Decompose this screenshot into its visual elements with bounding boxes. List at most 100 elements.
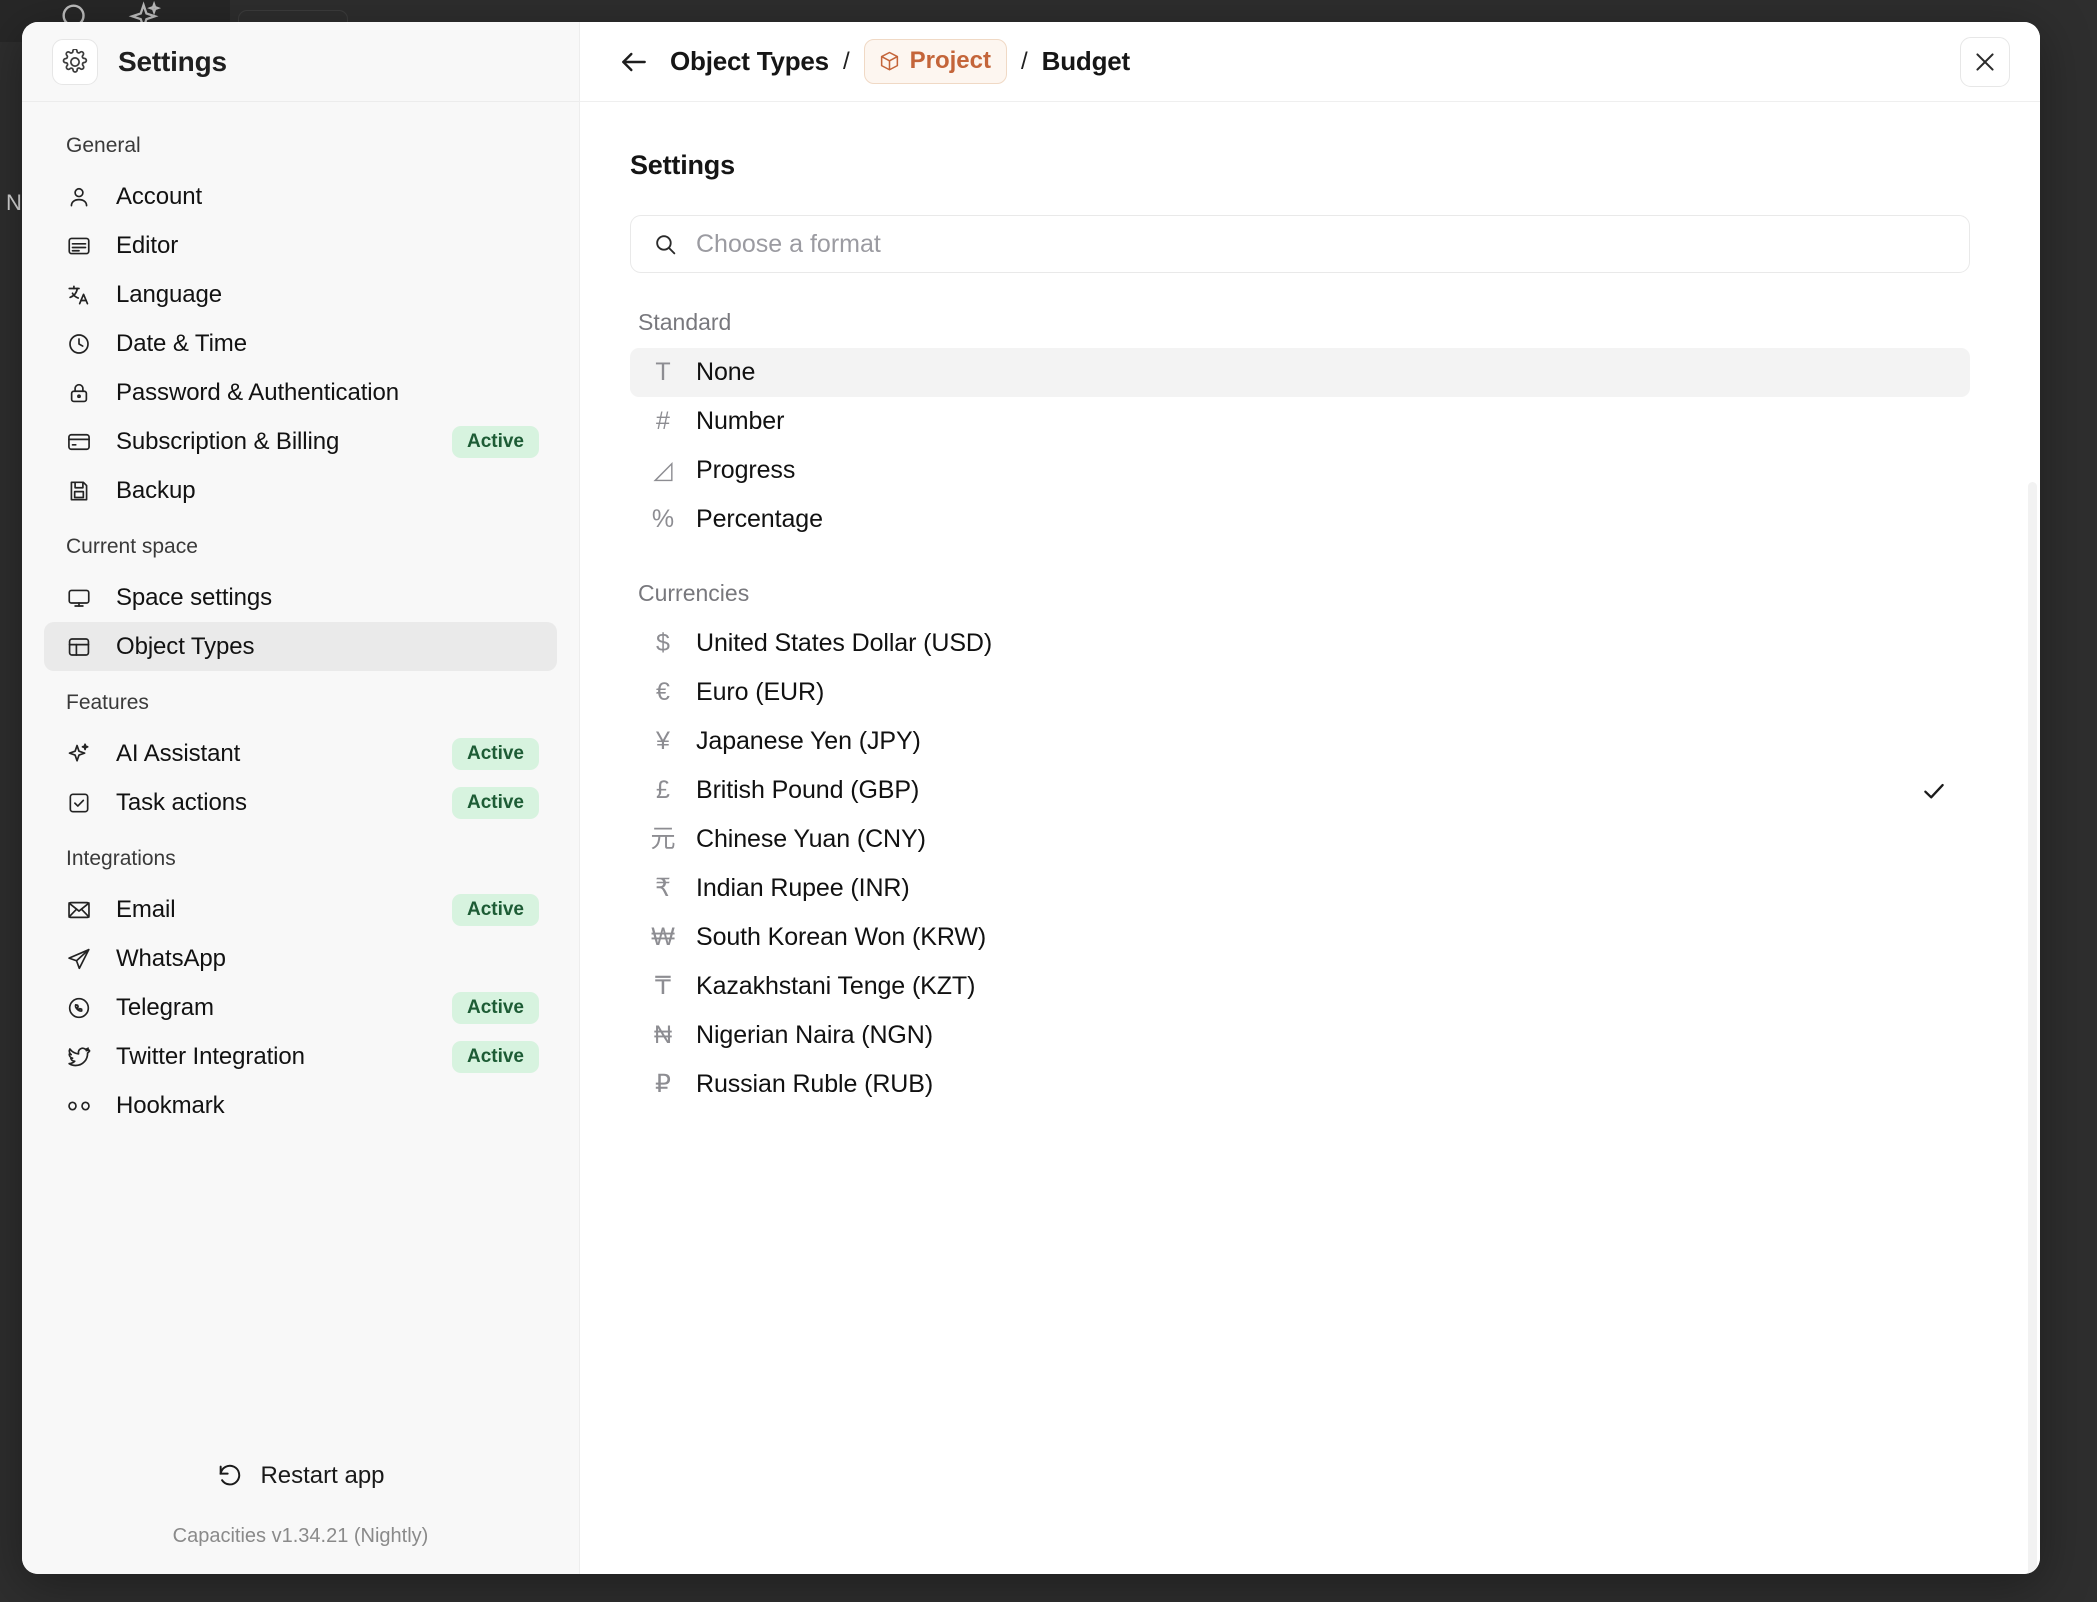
twitter-bird-icon xyxy=(66,1044,92,1070)
format-option-russian-ruble-rub[interactable]: ₽ Russian Ruble (RUB) xyxy=(630,1060,1970,1109)
sidebar-item-label: Password & Authentication xyxy=(116,378,400,406)
format-option-label: Kazakhstani Tenge (KZT) xyxy=(696,972,976,1000)
format-option-united-states-dollar-usd[interactable]: $ United States Dollar (USD) xyxy=(630,619,1970,668)
format-symbol-icon: ₩ xyxy=(651,923,675,951)
sidebar-item-telegram[interactable]: Telegram Active xyxy=(44,983,557,1032)
app-version: Capacities v1.34.21 (Nightly) xyxy=(172,1525,429,1547)
sidebar-item-object-types[interactable]: Object Types xyxy=(44,622,557,671)
sidebar-item-account[interactable]: Account xyxy=(44,172,557,221)
sidebar-item-password-authentication[interactable]: Password & Authentication xyxy=(44,368,557,417)
check-icon xyxy=(1920,777,1948,805)
sidebar-item-label: Account xyxy=(116,182,203,210)
format-symbol-icon: ◿ xyxy=(653,456,673,484)
search-icon xyxy=(653,232,678,257)
format-group-label: Currencies xyxy=(638,580,750,606)
breadcrumb-separator: / xyxy=(842,47,850,75)
paper-plane-icon xyxy=(66,946,92,972)
sidebar-item-date-time[interactable]: Date & Time xyxy=(44,319,557,368)
format-symbol-icon: € xyxy=(656,678,670,706)
monitor-icon xyxy=(66,585,92,611)
breadcrumb: Object Types / Project / Budget xyxy=(670,39,1130,84)
format-option-label: Percentage xyxy=(696,505,823,533)
sidebar-item-label: Email xyxy=(116,895,176,923)
sidebar-item-label: AI Assistant xyxy=(116,739,241,767)
main-body: Settings Standard T None # Number ◿ Progress% P… xyxy=(580,102,2040,1574)
status-badge: Active xyxy=(451,893,539,926)
format-symbol-icon: ₦ xyxy=(653,1021,673,1049)
sidebar-group-label: Integrations xyxy=(66,847,176,870)
sidebar-item-task-actions[interactable]: Task actions Active xyxy=(44,778,557,827)
format-option-label: Chinese Yuan (CNY) xyxy=(696,825,926,853)
sidebar-item-email[interactable]: Email Active xyxy=(44,885,557,934)
sparkle-icon xyxy=(66,741,92,767)
page-title: Settings xyxy=(118,45,227,77)
format-option-japanese-yen-jpy[interactable]: ¥ Japanese Yen (JPY) xyxy=(630,717,1970,766)
sidebar-item-subscription-billing[interactable]: Subscription & Billing Active xyxy=(44,417,557,466)
settings-main-panel: Object Types / Project / Budget Settings… xyxy=(580,22,2040,1574)
user-icon xyxy=(66,184,92,210)
sidebar-item-whatsapp[interactable]: WhatsApp xyxy=(44,934,557,983)
sidebar-item-label: Twitter Integration xyxy=(116,1042,305,1070)
sidebar-item-editor[interactable]: Editor xyxy=(44,221,557,270)
editor-icon xyxy=(66,233,92,259)
sidebar-item-label: Space settings xyxy=(116,583,273,611)
sidebar-footer: Restart app Capacities v1.34.21 (Nightly… xyxy=(22,1449,579,1574)
sidebar-item-twitter-integration[interactable]: Twitter Integration Active xyxy=(44,1032,557,1081)
format-search-input[interactable] xyxy=(696,229,1947,259)
sidebar-item-label: Backup xyxy=(116,476,196,504)
format-search-box[interactable] xyxy=(630,215,1970,273)
sidebar-item-label: Telegram xyxy=(116,993,214,1021)
status-badge: Active xyxy=(451,425,539,458)
format-symbol-icon: $ xyxy=(656,629,670,657)
sidebar-item-label: Language xyxy=(116,280,222,308)
format-group-label: Standard xyxy=(638,309,732,335)
format-option-nigerian-naira-ngn[interactable]: ₦ Nigerian Naira (NGN) xyxy=(630,1011,1970,1060)
close-icon[interactable] xyxy=(1960,36,2010,87)
status-badge: Active xyxy=(451,786,539,819)
sidebar-item-ai-assistant[interactable]: AI Assistant Active xyxy=(44,729,557,778)
format-option-chinese-yuan-cny[interactable]: 元 Chinese Yuan (CNY) xyxy=(630,815,1970,864)
sidebar-group-label: Features xyxy=(66,691,149,714)
sidebar-item-backup[interactable]: Backup xyxy=(44,466,557,515)
format-option-label: Russian Ruble (RUB) xyxy=(696,1070,934,1098)
credit-card-icon xyxy=(66,429,92,455)
backdrop-side-text: N xyxy=(6,190,22,215)
sidebar-item-label: WhatsApp xyxy=(116,944,226,972)
restart-app-button[interactable]: Restart app xyxy=(44,1449,557,1503)
format-option-south-korean-won-krw[interactable]: ₩ South Korean Won (KRW) xyxy=(630,913,1970,962)
format-option-kazakhstani-tenge-kzt[interactable]: ₸ Kazakhstani Tenge (KZT) xyxy=(630,962,1970,1011)
format-symbol-icon: T xyxy=(655,358,671,386)
sidebar-header: Settings xyxy=(22,22,579,102)
envelope-icon xyxy=(66,897,92,923)
whatsapp-circle-icon xyxy=(66,995,92,1021)
settings-section-heading: Settings xyxy=(630,150,735,180)
format-option-progress[interactable]: ◿ Progress xyxy=(630,446,1970,495)
format-option-none[interactable]: T None xyxy=(630,348,1970,397)
format-option-number[interactable]: # Number xyxy=(630,397,1970,446)
settings-modal: Settings General Account Editor Language Dat… xyxy=(22,22,2040,1574)
checkbox-icon xyxy=(66,790,92,816)
sidebar-item-hookmark[interactable]: Hookmark xyxy=(44,1081,557,1130)
arrow-left-icon[interactable] xyxy=(616,44,652,80)
sidebar-item-language[interactable]: Language xyxy=(44,270,557,319)
format-option-british-pound-gbp[interactable]: £ British Pound (GBP) xyxy=(630,766,1970,815)
main-scrollbar[interactable] xyxy=(2028,482,2037,1574)
restart-app-label: Restart app xyxy=(260,1462,385,1489)
sidebar-item-space-settings[interactable]: Space settings xyxy=(44,573,557,622)
format-option-label: Number xyxy=(696,407,785,435)
format-option-euro-eur[interactable]: € Euro (EUR) xyxy=(630,668,1970,717)
translate-icon xyxy=(66,282,92,308)
sidebar-item-label: Subscription & Billing xyxy=(116,427,340,455)
settings-sidebar: Settings General Account Editor Language Dat… xyxy=(22,22,580,1574)
format-symbol-icon: ₽ xyxy=(655,1070,671,1098)
breadcrumb-object-type-project[interactable]: Project xyxy=(863,39,1007,84)
status-badge: Active xyxy=(451,737,539,770)
lock-icon xyxy=(66,380,92,406)
format-option-indian-rupee-inr[interactable]: ₹ Indian Rupee (INR) xyxy=(630,864,1970,913)
sidebar-group-label: Current space xyxy=(66,535,198,558)
breadcrumb-root[interactable]: Object Types xyxy=(670,46,829,77)
sidebar-item-label: Date & Time xyxy=(116,329,247,357)
restart-icon xyxy=(216,1462,244,1490)
format-option-label: Japanese Yen (JPY) xyxy=(696,727,921,755)
format-option-percentage[interactable]: % Percentage xyxy=(630,495,1970,544)
